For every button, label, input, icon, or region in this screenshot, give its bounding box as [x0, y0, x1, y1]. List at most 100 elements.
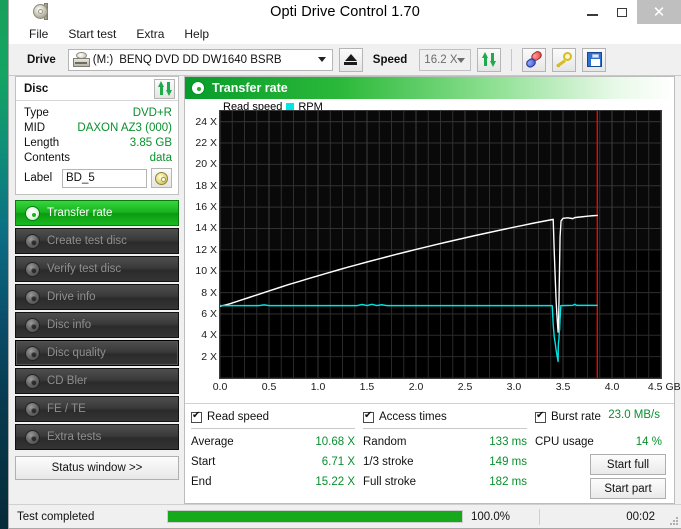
sidebar-item-drive-info[interactable]: Drive info [15, 284, 179, 310]
y-axis-tick: 20 X [195, 158, 217, 171]
start-part-button[interactable]: Start part [590, 478, 666, 499]
sidebar-nav: Transfer rate Create test disc Verify te… [15, 200, 179, 450]
menu-bar: File Start test Extra Help [9, 24, 681, 44]
results-read-speed: Read speed Average 10.68 X Start 6.71 X … [191, 409, 363, 499]
menu-item-start-test[interactable]: Start test [60, 25, 124, 43]
panel-header: Transfer rate [185, 77, 674, 99]
y-axis-tick: 4 X [201, 329, 217, 342]
speed-label: Speed [372, 53, 408, 66]
pills-button[interactable] [522, 47, 547, 72]
disc-icon [191, 81, 205, 95]
disc-fields: Type DVD+R MID DAXON AZ3 (000) Length 3.… [16, 101, 178, 194]
burst-rate-checkbox[interactable] [535, 410, 546, 423]
disc-label-button[interactable] [151, 168, 172, 188]
progress-bar [167, 510, 463, 523]
disc-icon [25, 205, 40, 221]
speed-select[interactable]: 16.2 X [419, 48, 472, 71]
result-key: Start [191, 456, 216, 468]
x-axis-tick: 4.5 GB [647, 381, 681, 393]
progress-bar-fill [168, 511, 462, 522]
menu-item-help[interactable]: Help [176, 25, 217, 43]
x-axis-tick: 0.5 [261, 381, 277, 393]
chart-svg [220, 111, 661, 378]
access-times-checkbox[interactable] [363, 410, 374, 423]
disc-refresh-button[interactable] [154, 78, 175, 99]
sidebar-item-label: Extra tests [47, 431, 102, 443]
sidebar-item-verify-test-disc[interactable]: Verify test disc [15, 256, 179, 282]
drive-select[interactable]: (M:) BENQ DVD DD DW1640 BSRB [67, 48, 333, 71]
minimize-button[interactable] [577, 0, 607, 24]
sidebar-item-label: Verify test disc [47, 263, 122, 275]
result-value: 6.71 X [321, 456, 355, 468]
y-axis-tick: 6 X [201, 307, 217, 320]
x-axis-tick: 0.0 [212, 381, 228, 393]
pills-icon [524, 49, 544, 70]
sidebar-item-label: Transfer rate [47, 207, 113, 219]
status-bar: Test completed 100.0% 00:02 [9, 504, 681, 528]
chart-plot-area: 2 X 4 X 6 X 8 X 10 X 12 X 14 X 16 X 18 X 20 X 22 X… [195, 110, 681, 393]
x-axis-tick: 2.5 [457, 381, 473, 393]
result-key: Random [363, 436, 407, 448]
close-button[interactable]: ✕ [637, 0, 681, 24]
disc-icon [25, 261, 40, 277]
panel-title: Transfer rate [212, 81, 288, 95]
eject-icon [344, 54, 357, 61]
status-window-button[interactable]: Status window >> [15, 456, 179, 480]
sidebar-item-disc-info[interactable]: Disc info [15, 312, 179, 338]
disc-panel: Disc Type DVD+R MID DAXON AZ3 (000) Leng… [15, 76, 179, 195]
refresh-button[interactable] [477, 47, 502, 72]
maximize-button[interactable] [607, 0, 637, 24]
result-row-full-stroke: Full stroke 182 ms [363, 472, 535, 492]
eject-button[interactable] [338, 47, 363, 72]
y-axis-tick: 12 X [195, 243, 217, 256]
disc-icon [25, 401, 40, 417]
sidebar-item-label: CD Bler [47, 375, 88, 387]
disc-field-length: Length 3.85 GB [24, 135, 172, 150]
main-body: Disc Type DVD+R MID DAXON AZ3 (000) Leng… [9, 76, 681, 504]
x-axis-tick: 1.0 [310, 381, 326, 393]
sidebar-item-cd-bler[interactable]: CD Bler [15, 368, 179, 394]
sidebar-item-transfer-rate[interactable]: Transfer rate [15, 200, 179, 226]
result-key: Full stroke [363, 476, 417, 488]
disc-label-caption: Label [24, 172, 53, 184]
save-button[interactable] [582, 47, 607, 72]
disc-icon [25, 317, 40, 333]
y-axis-tick: 14 X [195, 222, 217, 235]
sidebar-item-label: Disc quality [47, 347, 106, 359]
result-key: 1/3 stroke [363, 456, 414, 468]
sidebar-item-extra-tests[interactable]: Extra tests [15, 424, 179, 450]
start-full-button[interactable]: Start full [590, 454, 666, 475]
disc-field-length-value: 3.85 GB [129, 136, 172, 149]
menu-item-file[interactable]: File [21, 25, 56, 43]
sidebar-item-fe-te[interactable]: FE / TE [15, 396, 179, 422]
result-row-average: Average 10.68 X [191, 432, 363, 452]
results-panel: Read speed Average 10.68 X Start 6.71 X … [185, 403, 674, 503]
window-controls: ✕ [577, 0, 681, 24]
read-speed-checkbox-row[interactable]: Read speed [191, 409, 363, 425]
disc-field-contents-label: Contents [24, 151, 71, 164]
divider [191, 428, 355, 429]
y-axis-tick: 16 X [195, 201, 217, 214]
progress-percent: 100.0% [471, 510, 511, 523]
menu-item-extra[interactable]: Extra [128, 25, 172, 43]
sidebar-item-disc-quality[interactable]: Disc quality [15, 340, 179, 366]
disc-label-input[interactable]: BD_5 [62, 168, 147, 188]
right-panel: Transfer rate Read speed RPM 2 X4 X6 X8 … [184, 76, 681, 504]
burst-rate-checkbox-row[interactable]: Burst rate 23.0 MB/s [535, 409, 666, 425]
resize-grip[interactable] [665, 510, 679, 525]
key-button[interactable] [552, 47, 577, 72]
drive-icon [72, 52, 90, 67]
disc-icon [25, 345, 40, 361]
x-axis-tick: 2.0 [408, 381, 424, 393]
sidebar-item-label: Create test disc [47, 235, 127, 247]
y-axis-tick: 24 X [195, 115, 217, 128]
read-speed-checkbox[interactable] [191, 410, 202, 423]
drive-letter: (M:) [92, 53, 114, 66]
speed-select-value: 16.2 X [424, 53, 458, 66]
application-window: Opti Drive Control 1.70 ✕ File Start tes… [8, 0, 681, 529]
sidebar-item-create-test-disc[interactable]: Create test disc [15, 228, 179, 254]
access-times-checkbox-row[interactable]: Access times [363, 409, 535, 425]
disc-field-length-label: Length [24, 136, 60, 149]
x-axis-tick: 1.5 [359, 381, 375, 393]
status-divider [539, 508, 540, 525]
